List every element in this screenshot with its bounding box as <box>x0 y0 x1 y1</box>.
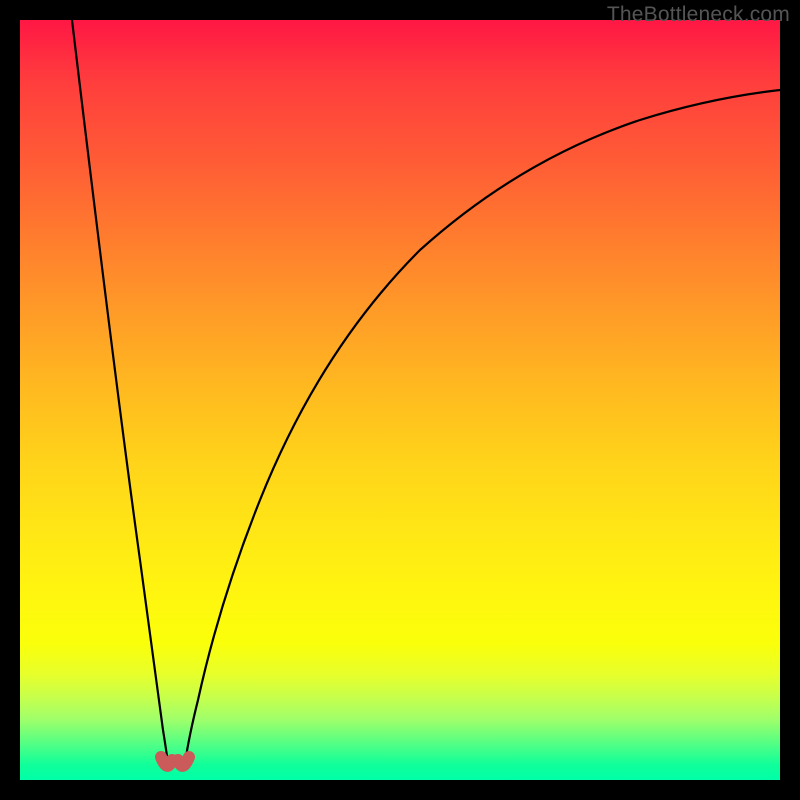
min-cap-right <box>178 757 189 766</box>
curve-left-branch <box>72 20 169 770</box>
chart-curves <box>20 20 780 780</box>
curve-right-branch <box>184 90 780 770</box>
plot-area <box>20 20 780 780</box>
chart-frame: TheBottleneck.com <box>0 0 800 800</box>
min-cap-left <box>161 757 172 766</box>
